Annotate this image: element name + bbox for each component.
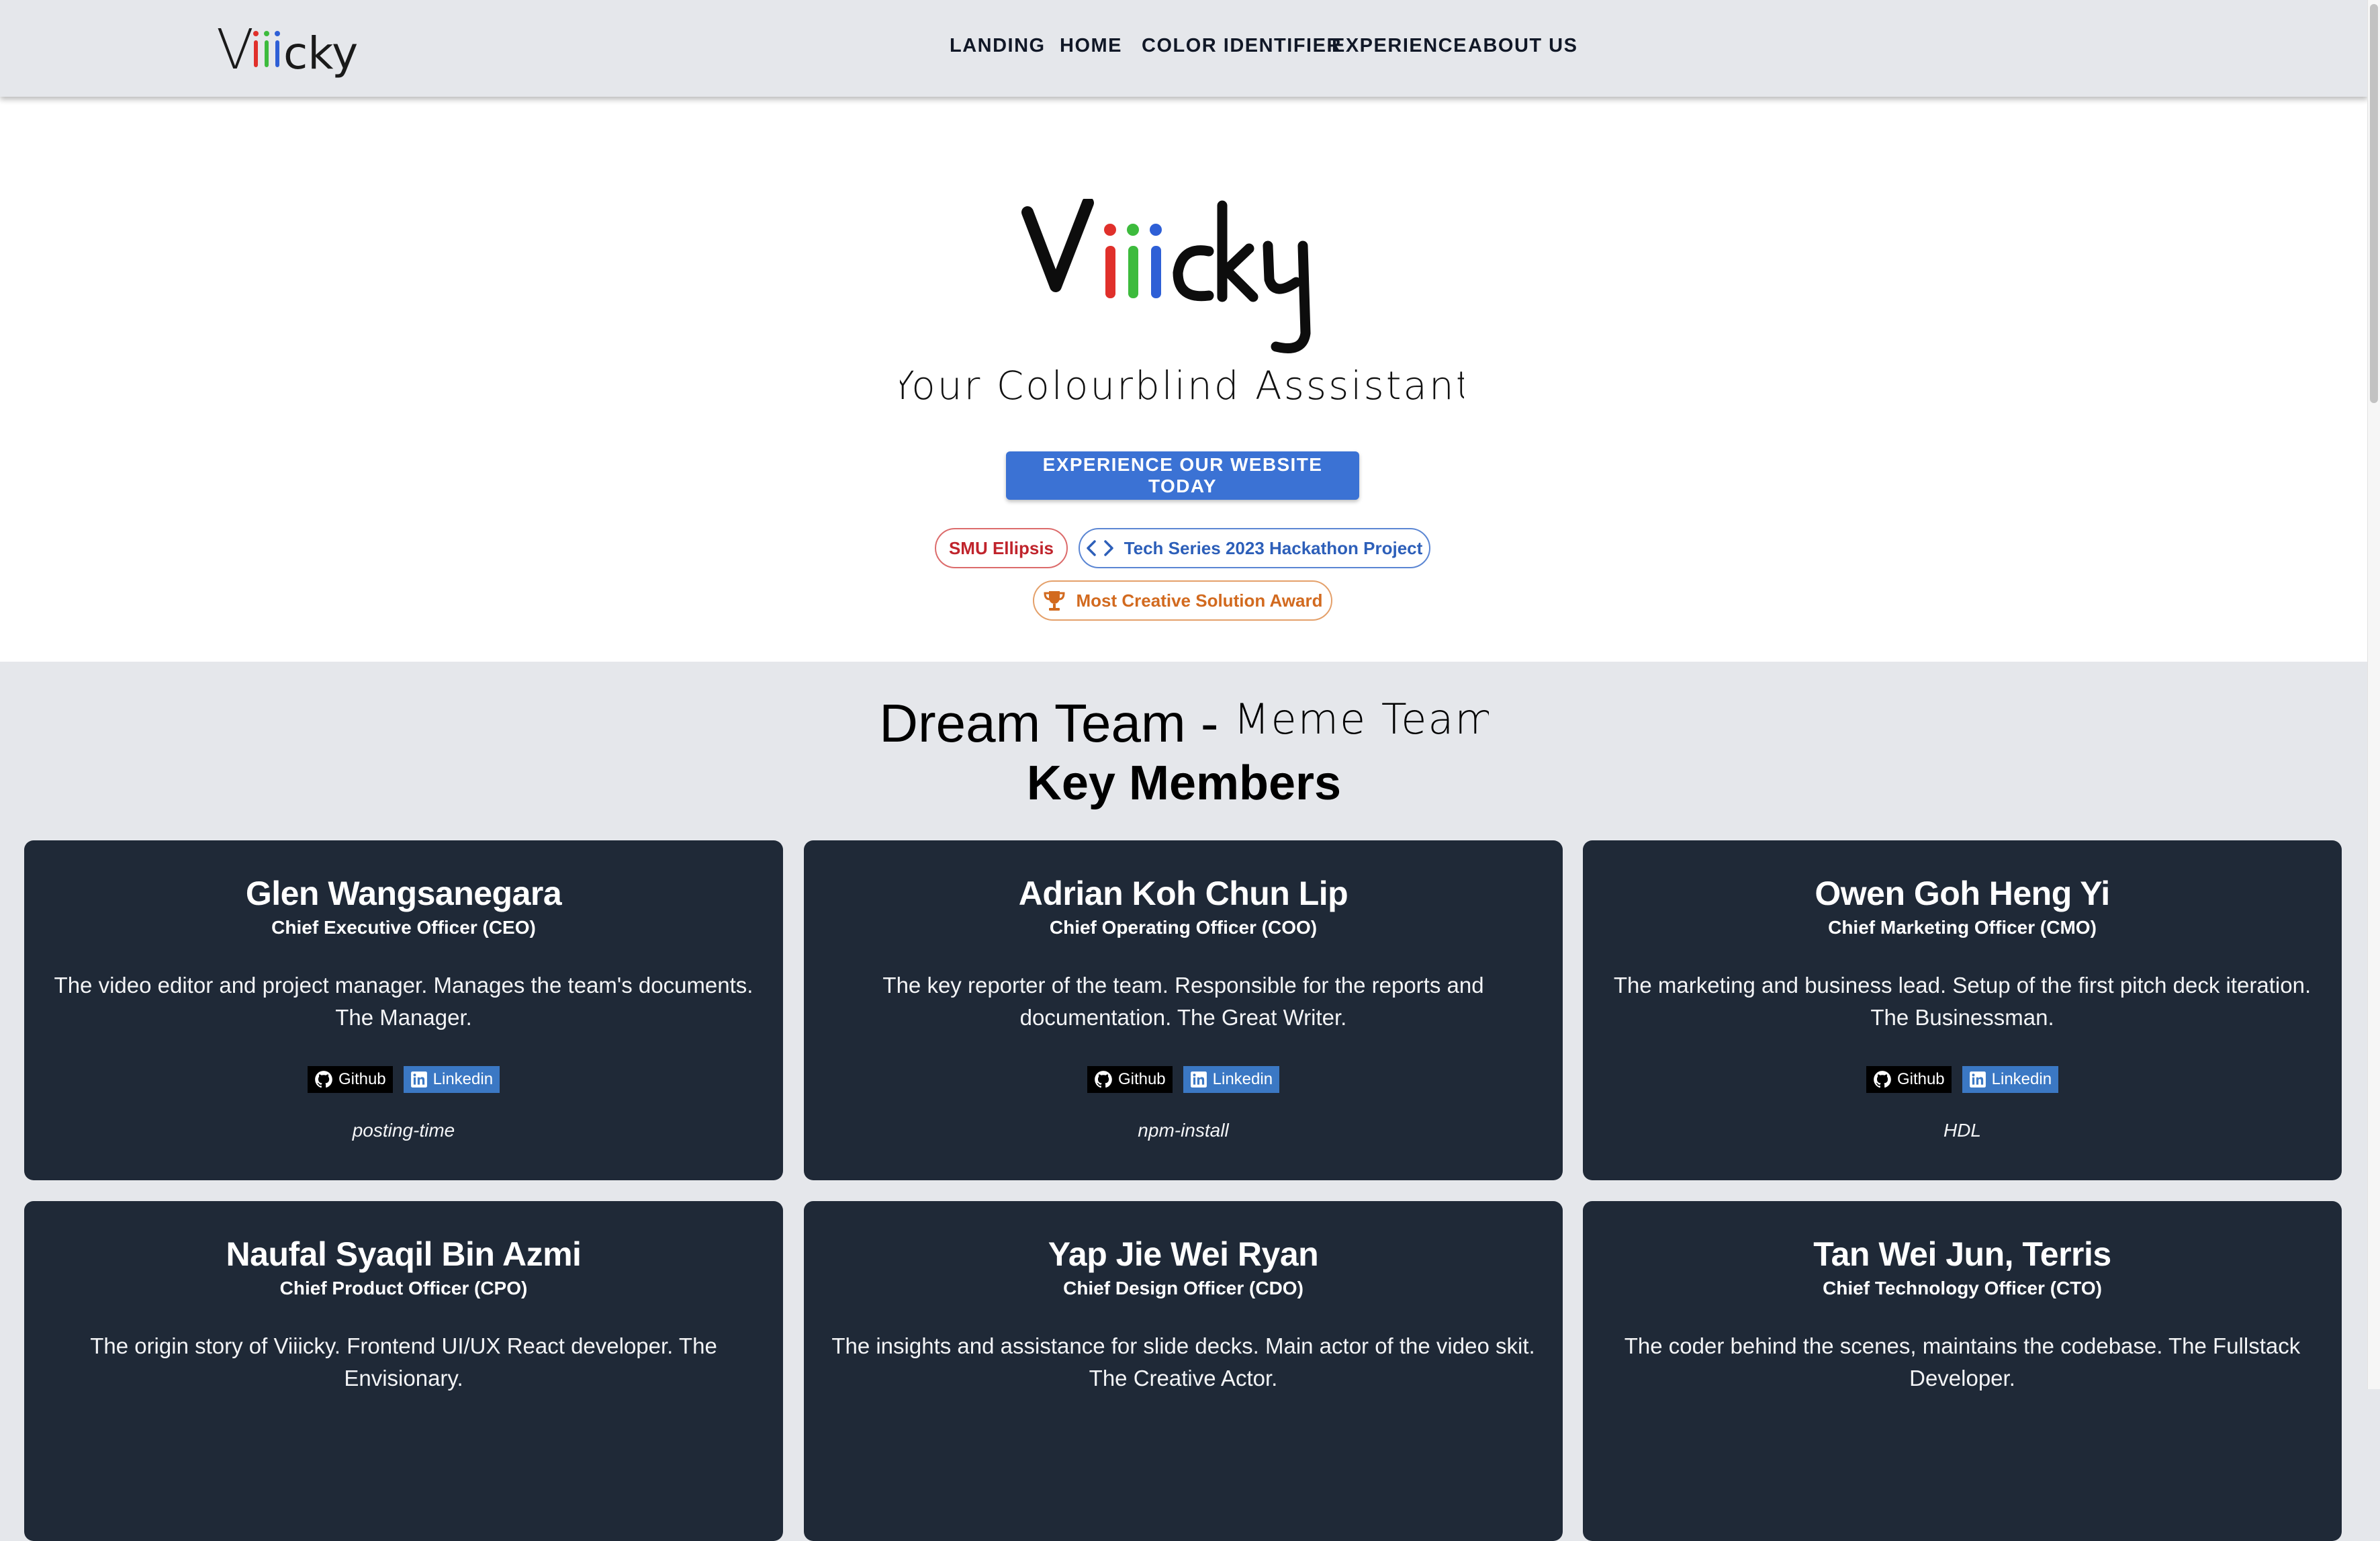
experience-website-button[interactable]: EXPERIENCE OUR WEBSITE TODAY <box>1006 451 1359 500</box>
member-role: Chief Operating Officer (COO) <box>1049 917 1318 938</box>
github-icon <box>315 1071 332 1088</box>
scrollbar-thumb[interactable] <box>2370 4 2378 403</box>
member-handle: posting-time <box>352 1120 455 1141</box>
member-description: The origin story of Viiicky. Frontend UI… <box>90 1333 717 1391</box>
svg-text:Meme Team: Meme Team <box>1234 695 1489 744</box>
member-links: Github Linkedin <box>24 1066 783 1093</box>
member-name: Naufal Syaqil Bin Azmi <box>226 1235 582 1273</box>
member-name: Tan Wei Jun, Terris <box>1813 1235 2111 1273</box>
team-title-main: Dream Team - <box>879 693 1234 753</box>
linkedin-label: Linkedin <box>1212 1070 1273 1088</box>
member-description: The coder behind the scenes, maintains t… <box>1624 1333 2301 1391</box>
award-label: Most Creative Solution Award <box>1076 590 1323 611</box>
member-role: Chief Product Officer (CPO) <box>279 1278 528 1298</box>
nav-link-experience[interactable]: EXPERIENCE <box>1332 35 1467 57</box>
linkedin-link[interactable]: Linkedin <box>403 1066 500 1093</box>
key-members-heading: Key Members <box>1026 756 1342 810</box>
member-role: Chief Executive Officer (CEO) <box>271 917 536 938</box>
linkedin-label: Linkedin <box>1991 1070 2052 1088</box>
member-description: The video editor and project manager. Ma… <box>54 973 753 1030</box>
trophy-icon <box>1044 591 1065 611</box>
member-card: Yap Jie Wei Ryan Chief Design Officer (C… <box>804 1201 1563 1541</box>
github-label: Github <box>1117 1070 1166 1088</box>
member-card: Adrian Koh Chun Lip Chief Operating Offi… <box>804 840 1563 1180</box>
navbar: V cky LANDING HOME COLOR IDENTIFIER EXPE… <box>0 0 2368 97</box>
member-handle: HDL <box>1943 1120 1981 1141</box>
github-icon <box>1095 1071 1112 1088</box>
team-section-title: Dream Team - Meme Team <box>0 692 2368 754</box>
member-card: Naufal Syaqil Bin Azmi Chief Product Off… <box>24 1201 783 1541</box>
nav-link-home[interactable]: HOME <box>1060 35 1122 57</box>
linkedin-label: Linkedin <box>432 1070 494 1088</box>
member-role: Chief Marketing Officer (CMO) <box>1828 917 2097 938</box>
svg-text:Your Colourblind Asssistant: Your Colourblind Asssistant <box>900 363 1464 408</box>
scrollbar[interactable] <box>2367 0 2380 1389</box>
hackathon-label: Tech Series 2023 Hackathon Project <box>1124 537 1423 558</box>
github-link[interactable]: Github <box>307 1066 393 1093</box>
github-icon <box>1874 1071 1891 1088</box>
nav-link-landing[interactable]: LANDING <box>950 35 1046 57</box>
member-role: Chief Technology Officer (CTO) <box>1823 1278 2102 1298</box>
member-links: Github Linkedin <box>804 1066 1563 1093</box>
linkedin-icon <box>1969 1071 1986 1088</box>
hackathon-badge: Tech Series 2023 Hackathon Project <box>1079 528 1430 568</box>
member-description: The marketing and business lead. Setup o… <box>1613 973 2312 1030</box>
member-name: Yap Jie Wei Ryan <box>1048 1235 1319 1273</box>
member-card: Owen Goh Heng Yi Chief Marketing Officer… <box>1583 840 2342 1180</box>
github-link[interactable]: Github <box>1087 1066 1173 1093</box>
nav-link-color-identifier[interactable]: COLOR IDENTIFIER <box>1142 35 1342 57</box>
linkedin-icon <box>1190 1071 1207 1088</box>
github-link[interactable]: Github <box>1866 1066 1952 1093</box>
hero-tagline: Your Colourblind Asssistant <box>900 363 1464 408</box>
team-title-script: Meme Team <box>1234 695 1496 744</box>
member-handle: npm-install <box>1138 1120 1229 1141</box>
member-name: Adrian Koh Chun Lip <box>1018 875 1348 912</box>
nav-links: LANDING HOME COLOR IDENTIFIER EXPERIENCE… <box>0 0 2368 97</box>
member-role: Chief Design Officer (CDO) <box>1063 1278 1303 1298</box>
linkedin-link[interactable]: Linkedin <box>1183 1066 1280 1093</box>
code-icon <box>1086 540 1113 556</box>
smu-ellipsis-label: SMU Ellipsis <box>948 537 1054 558</box>
nav-link-about-us[interactable]: ABOUT US <box>1468 35 1577 57</box>
member-links: Github Linkedin <box>1583 1066 2342 1093</box>
member-name: Owen Goh Heng Yi <box>1815 875 2110 912</box>
linkedin-link[interactable]: Linkedin <box>1962 1066 2059 1093</box>
smu-ellipsis-badge: SMU Ellipsis <box>935 528 1068 568</box>
github-label: Github <box>1896 1070 1945 1088</box>
linkedin-icon <box>410 1071 427 1088</box>
member-description: The insights and assistance for slide de… <box>831 1333 1535 1391</box>
member-card: Glen Wangsanegara Chief Executive Office… <box>24 840 783 1180</box>
hero-logo <box>1021 199 1311 353</box>
award-badge: Most Creative Solution Award <box>1033 580 1332 621</box>
member-name: Glen Wangsanegara <box>245 875 562 912</box>
member-card: Tan Wei Jun, Terris Chief Technology Off… <box>1583 1201 2342 1541</box>
hero-section: Your Colourblind Asssistant EXPERIENCE O… <box>0 97 2368 662</box>
member-description: The key reporter of the team. Responsibl… <box>882 973 1484 1030</box>
github-label: Github <box>338 1070 386 1088</box>
